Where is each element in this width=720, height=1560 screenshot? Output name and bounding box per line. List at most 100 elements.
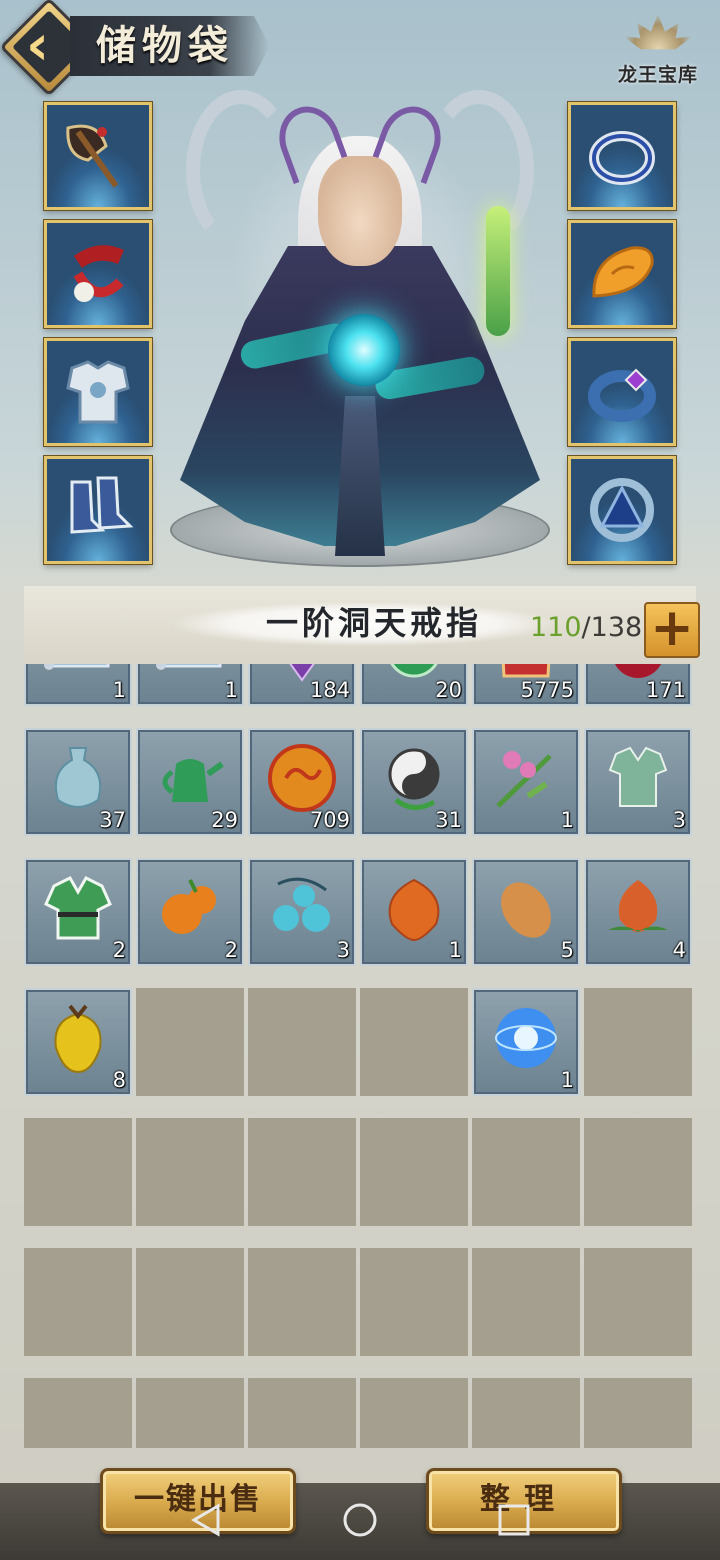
inventory-slot-empty[interactable] — [472, 1248, 580, 1356]
spirit-orb — [328, 314, 400, 386]
inventory-slot[interactable]: 1 — [472, 728, 580, 836]
inventory-slot-empty[interactable] — [360, 1248, 468, 1356]
nav-home-icon[interactable] — [340, 1500, 380, 1540]
inventory-slot-empty[interactable] — [24, 1378, 132, 1448]
blue-berries-icon — [262, 868, 342, 948]
inventory-slot[interactable]: 1 — [360, 858, 468, 966]
inventory-slot-empty[interactable] — [248, 1378, 356, 1448]
inventory-grid: 1 1 184 20 5775 171 37 29 709 31 1 3 2 2 3 1 5 4 8 1 — [24, 664, 692, 1448]
inventory-slot-empty[interactable] — [136, 1248, 244, 1356]
inventory-slot[interactable]: 8 — [24, 988, 132, 1096]
sweet-potato-icon — [486, 868, 566, 948]
inventory-slot[interactable]: 5775 — [472, 664, 580, 706]
inventory-slot[interactable]: 184 — [248, 664, 356, 706]
inventory-slot[interactable]: 20 — [360, 664, 468, 706]
equip-slot-necklace[interactable] — [44, 220, 152, 328]
inventory-panel[interactable]: 1 1 184 20 5775 171 37 29 709 31 1 3 2 2 3 1 5 4 8 1 — [24, 664, 696, 1448]
item-quantity: 4 — [672, 938, 686, 962]
character-portrait — [150, 90, 570, 571]
peach-icon — [598, 868, 678, 948]
inventory-slot-empty[interactable] — [472, 1118, 580, 1226]
inventory-slot-empty[interactable] — [136, 1378, 244, 1448]
jade-teapot-icon — [150, 738, 230, 818]
page-title: 储物袋 — [96, 22, 234, 69]
flower-herb-icon — [486, 738, 566, 818]
inventory-slot-empty[interactable] — [24, 1248, 132, 1356]
inventory-slot[interactable]: 29 — [136, 728, 244, 836]
item-quantity: 20 — [435, 678, 462, 702]
green-robe-icon — [598, 738, 678, 818]
yinyang-icon — [374, 738, 454, 818]
lantern-fruit-icon — [374, 868, 454, 948]
item-quantity: 3 — [672, 808, 686, 832]
inventory-slot-empty[interactable] — [248, 1248, 356, 1356]
inventory-slot[interactable]: 1 — [24, 664, 132, 706]
lightning-orb-icon — [486, 998, 566, 1078]
nav-back-icon[interactable] — [186, 1500, 226, 1540]
equipment-panel — [0, 90, 720, 578]
item-quantity: 1 — [560, 808, 574, 832]
item-quantity: 29 — [211, 808, 238, 832]
equip-slot-bracelet[interactable] — [568, 338, 676, 446]
inventory-slot-empty[interactable] — [584, 1118, 692, 1226]
inventory-slot-empty[interactable] — [248, 988, 356, 1096]
triangle-amulet-icon — [580, 468, 664, 552]
ring-icon — [580, 114, 664, 198]
item-quantity: 1 — [560, 1068, 574, 1092]
scroll-icon — [150, 664, 230, 688]
character-head — [318, 156, 402, 266]
capacity-separator: / — [581, 612, 591, 643]
equip-slot-ring[interactable] — [568, 102, 676, 210]
item-quantity: 184 — [309, 678, 350, 702]
scroll-icon — [38, 664, 118, 688]
item-quantity: 709 — [309, 808, 350, 832]
inventory-slot-empty[interactable] — [360, 1378, 468, 1448]
inventory-slot[interactable]: 3 — [584, 728, 692, 836]
inventory-slot[interactable]: 2 — [136, 858, 244, 966]
storage-capacity: 110/138 — [530, 608, 642, 648]
horn-ornament-left — [186, 90, 296, 250]
inventory-slot-empty[interactable] — [360, 1118, 468, 1226]
inventory-slot[interactable]: 709 — [248, 728, 356, 836]
item-quantity: 2 — [224, 938, 238, 962]
dragon-logo-icon — [623, 14, 693, 50]
inventory-slot-empty[interactable] — [584, 988, 692, 1096]
inventory-slot[interactable]: 1 — [472, 988, 580, 1096]
inventory-slot[interactable]: 37 — [24, 728, 132, 836]
storage-ring-name: 一阶洞天戒指 — [265, 604, 482, 642]
jade-charm — [486, 206, 510, 336]
inventory-slot-empty[interactable] — [584, 1248, 692, 1356]
axe-weapon-icon — [56, 114, 140, 198]
inventory-slot[interactable]: 1 — [136, 664, 244, 706]
dragon-treasury-logo[interactable]: 龙王宝库 — [610, 14, 706, 90]
inventory-slot-empty[interactable] — [360, 988, 468, 1096]
inventory-slot[interactable]: 5 — [472, 858, 580, 966]
inventory-slot-empty[interactable] — [248, 1118, 356, 1226]
equip-slot-amulet[interactable] — [568, 456, 676, 564]
equip-slot-weapon[interactable] — [44, 102, 152, 210]
inventory-slot-empty[interactable] — [584, 1378, 692, 1448]
expand-capacity-button[interactable]: + — [644, 602, 700, 658]
equip-slot-boots[interactable] — [44, 456, 152, 564]
logo-label: 龙王宝库 — [617, 64, 698, 86]
inventory-slot[interactable]: 3 — [248, 858, 356, 966]
inventory-slot[interactable]: 4 — [584, 858, 692, 966]
item-quantity: 37 — [99, 808, 126, 832]
capacity-total: 138 — [590, 612, 643, 643]
equip-slot-armor[interactable] — [44, 338, 152, 446]
inventory-slot-empty[interactable] — [472, 1378, 580, 1448]
item-quantity: 8 — [112, 1068, 126, 1092]
green-tunic-icon — [38, 868, 118, 948]
inventory-slot[interactable]: 2 — [24, 858, 132, 966]
equip-slot-pendant[interactable] — [568, 220, 676, 328]
yellow-starfruit-icon — [38, 998, 118, 1078]
inventory-slot-empty[interactable] — [136, 1118, 244, 1226]
boots-icon — [56, 468, 140, 552]
item-quantity: 31 — [435, 808, 462, 832]
orange-pendant-icon — [580, 232, 664, 316]
nav-recent-apps-icon[interactable] — [494, 1500, 534, 1540]
inventory-slot-empty[interactable] — [136, 988, 244, 1096]
inventory-slot[interactable]: 171 — [584, 664, 692, 706]
inventory-slot-empty[interactable] — [24, 1118, 132, 1226]
inventory-slot[interactable]: 31 — [360, 728, 468, 836]
